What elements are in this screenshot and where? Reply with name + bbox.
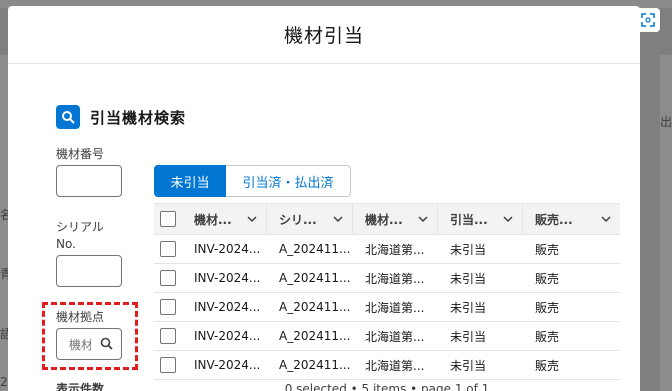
table-row[interactable]: INV-2024... A_202411... 北海道第... 未引当 販売 — [154, 293, 620, 322]
cell-allocation: 未引当 — [450, 300, 487, 315]
chevron-down-icon — [503, 216, 513, 223]
cell-serial: A_202411... — [279, 329, 351, 343]
expand-icon — [641, 13, 655, 27]
row-checkbox[interactable] — [160, 241, 176, 257]
cell-allocation: 未引当 — [450, 358, 487, 373]
cell-allocation: 未引当 — [450, 329, 487, 344]
column-header-sales[interactable]: 販売... — [523, 204, 620, 234]
select-all-cell — [154, 204, 182, 234]
serial-label-line2: No. — [56, 237, 76, 251]
cell-equipment-number: INV-2024... — [194, 242, 261, 256]
cell-sales: 販売 — [535, 358, 560, 373]
cell-sales: 販売 — [535, 329, 560, 344]
tab-unallocated[interactable]: 未引当 — [154, 165, 226, 197]
background-text: 2 — [0, 375, 8, 389]
row-check-cell — [154, 264, 182, 292]
column-header-serial[interactable]: シリ... — [267, 204, 353, 234]
equipment-table: 機材... シリ... 機材... 引当... 販売... INV-2024..… — [154, 203, 620, 380]
row-check-cell — [154, 351, 182, 379]
cell-serial: A_202411... — [279, 358, 351, 372]
cell-equipment-number: INV-2024... — [194, 329, 261, 343]
cell-equipment-base: 北海道第... — [365, 271, 425, 286]
cell-equipment-number: INV-2024... — [194, 300, 261, 314]
cell-serial: A_202411... — [279, 300, 351, 314]
modal-title: 機材引当 — [283, 25, 364, 47]
column-header-allocation[interactable]: 引当... — [438, 204, 523, 234]
column-header-equipment-number[interactable]: 機材... — [182, 204, 267, 234]
serial-label: シリアル — [56, 220, 104, 234]
cell-equipment-base: 北海道第... — [365, 358, 425, 373]
row-checkbox[interactable] — [160, 357, 176, 373]
table-row[interactable]: INV-2024... A_202411... 北海道第... 未引当 販売 — [154, 264, 620, 293]
cell-allocation: 未引当 — [450, 242, 487, 257]
chevron-down-icon — [418, 216, 428, 223]
section-title: 引当機材検索 — [56, 105, 186, 129]
table-row[interactable]: INV-2024... A_202411... 北海道第... 未引当 販売 — [154, 235, 620, 264]
chevron-down-icon — [333, 216, 343, 223]
equipment-number-input[interactable] — [56, 165, 122, 197]
chevron-down-icon — [247, 216, 257, 223]
cell-sales: 販売 — [535, 300, 560, 315]
serial-number-input[interactable] — [56, 255, 122, 287]
modal-header: 機材引当 — [8, 6, 640, 64]
row-check-cell — [154, 293, 182, 321]
cell-equipment-base: 北海道第... — [365, 242, 425, 257]
equipment-number-label: 機材番号 — [56, 147, 105, 161]
status-tabs: 未引当 引当済・払出済 — [154, 165, 351, 197]
row-checkbox[interactable] — [160, 299, 176, 315]
row-checkbox[interactable] — [160, 270, 176, 286]
cell-serial: A_202411... — [279, 242, 351, 256]
cell-sales: 販売 — [535, 271, 560, 286]
cell-equipment-base: 北海道第... — [365, 329, 425, 344]
expand-button[interactable] — [636, 8, 660, 32]
table-footer-info: 0 selected • 5 items • page 1 of 1 — [284, 382, 490, 391]
cell-sales: 販売 — [535, 242, 560, 257]
section-label: 引当機材検索 — [90, 108, 187, 127]
search-icon — [56, 105, 80, 129]
table-row[interactable]: INV-2024... A_202411... 北海道第... 未引当 販売 — [154, 351, 620, 380]
table-header: 機材... シリ... 機材... 引当... 販売... — [154, 203, 620, 235]
cell-allocation: 未引当 — [450, 271, 487, 286]
tab-allocated[interactable]: 引当済・払出済 — [226, 165, 351, 197]
background-text: 出 — [660, 115, 672, 129]
table-row[interactable]: INV-2024... A_202411... 北海道第... 未引当 販売 — [154, 322, 620, 351]
row-checkbox[interactable] — [160, 328, 176, 344]
cell-serial: A_202411... — [279, 271, 351, 285]
highlight-box — [42, 302, 138, 370]
background-right-panel — [660, 55, 672, 391]
cell-equipment-base: 北海道第... — [365, 300, 425, 315]
chevron-down-icon — [601, 216, 611, 223]
row-check-cell — [154, 235, 182, 263]
row-check-cell — [154, 322, 182, 350]
cell-equipment-number: INV-2024... — [194, 358, 261, 372]
column-header-equipment-base[interactable]: 機材... — [353, 204, 438, 234]
cell-equipment-number: INV-2024... — [194, 271, 261, 285]
select-all-checkbox[interactable] — [160, 211, 176, 227]
display-count-label: 表示件数 — [56, 382, 105, 391]
